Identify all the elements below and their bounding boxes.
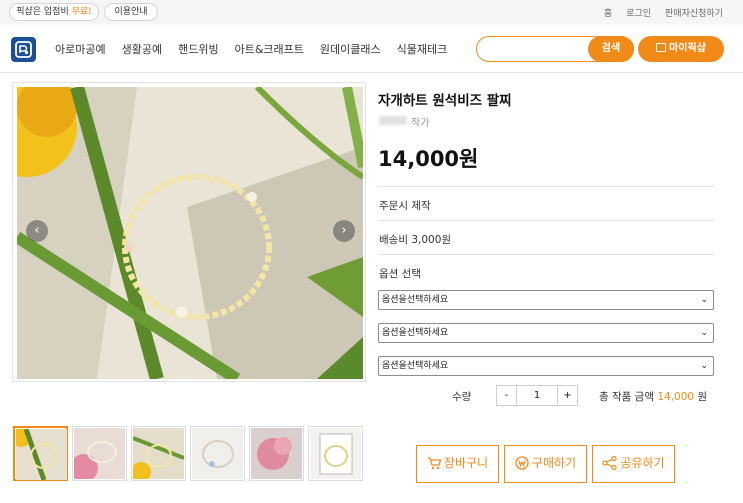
made-to-order: 주문시 제작 — [379, 200, 431, 212]
header: 아로마공예 생활공예 핸드위빙 아트&크래프트 원데이클래스 식물재테크 검색 … — [0, 25, 743, 73]
thumbnail-5[interactable] — [249, 426, 304, 481]
thumbnail-2[interactable] — [72, 426, 127, 481]
option-select-2[interactable]: 옵션을선택하세요 ⌄ — [378, 323, 714, 343]
search-box: 검색 — [476, 35, 634, 62]
free-entry-badge[interactable]: 픽샵은 입점비 무료! — [9, 3, 99, 21]
thumbnail-6[interactable] — [308, 426, 363, 481]
main-product-image — [12, 82, 366, 382]
free-entry-text: 픽샵은 입점비 — [16, 7, 72, 17]
chevron-down-icon: ⌄ — [700, 295, 708, 305]
chevron-down-icon: ⌄ — [700, 328, 708, 338]
cart-label: 장바구니 — [443, 456, 489, 470]
option-select-value: 옵션을선택하세요 — [382, 361, 449, 371]
artist-name-blurred — [379, 116, 407, 125]
search-input[interactable] — [487, 38, 587, 61]
nav-item-hand-weaving[interactable]: 핸드위빙 — [178, 41, 218, 57]
nav-item-oneday-class[interactable]: 원데이클래스 — [320, 41, 381, 57]
nav-item-aroma-craft[interactable]: 아로마공예 — [55, 41, 106, 57]
quantity-label: 수량 — [452, 391, 472, 403]
share-label: 공유하기 — [620, 456, 665, 470]
quantity-input[interactable]: 1 — [516, 385, 558, 406]
option-select-value: 옵션을선택하세요 — [382, 295, 449, 305]
thumbnail-1[interactable] — [13, 426, 68, 481]
divider — [378, 254, 714, 255]
search-button[interactable]: 검색 — [588, 35, 634, 62]
shipping-fee: 배송비 3,000원 — [379, 234, 452, 246]
option-select-3[interactable]: 옵션을선택하세요 ⌄ — [378, 356, 714, 376]
option-select-1[interactable]: 옵션을선택하세요 ⌄ — [378, 290, 714, 310]
divider — [378, 220, 714, 221]
total-unit: 원 — [697, 391, 708, 403]
pickshop-logo-icon[interactable] — [11, 37, 36, 62]
cart-button[interactable]: 장바구니 — [416, 445, 499, 483]
chevron-right-icon[interactable]: › — [333, 220, 355, 242]
share-button[interactable]: 공유하기 — [592, 445, 675, 483]
cart-icon — [427, 457, 442, 470]
option-label: 옵션 선택 — [379, 268, 421, 280]
thumbnail-3[interactable] — [131, 426, 186, 481]
product-price: 14,000원 — [378, 147, 479, 171]
category-nav: 아로마공예 생활공예 핸드위빙 아트&크래프트 원데이클래스 식물재테크 — [55, 41, 463, 57]
top-links: 홈 로그인 판매자신청하기 — [604, 6, 723, 19]
total-amount: 총 작품 금액 14,000 원 — [599, 389, 707, 404]
won-coin-icon — [515, 456, 529, 470]
divider — [378, 186, 714, 187]
free-entry-highlight: 무료! — [71, 7, 92, 17]
share-icon — [602, 455, 618, 471]
nav-item-living-craft[interactable]: 생활공예 — [122, 41, 162, 57]
login-link[interactable]: 로그인 — [626, 6, 651, 19]
nav-item-plant-tech[interactable]: 식물재테크 — [397, 41, 448, 57]
chevron-down-icon: ⌄ — [700, 361, 708, 371]
buy-label: 구매하기 — [531, 456, 577, 470]
option-select-value: 옵션을선택하세요 — [382, 328, 449, 338]
quantity-minus-button[interactable]: - — [496, 385, 517, 406]
seller-apply-link[interactable]: 판매자신청하기 — [665, 6, 723, 19]
profile-card-icon — [656, 43, 667, 52]
total-amount-value: 14,000 — [657, 391, 695, 403]
artist-suffix: 작가 — [411, 118, 430, 129]
guide-button[interactable]: 이용안내 — [104, 3, 158, 21]
thumbnail-4[interactable] — [190, 426, 245, 481]
top-bar: 픽샵은 입점비 무료! 이용안내 홈 로그인 판매자신청하기 — [0, 0, 743, 25]
total-prefix: 총 작품 금액 — [599, 391, 654, 403]
nav-item-art-craft[interactable]: 아트&크래프트 — [235, 41, 304, 57]
buy-button[interactable]: 구매하기 — [504, 445, 587, 483]
home-link[interactable]: 홈 — [604, 6, 612, 19]
quantity-plus-button[interactable]: + — [557, 385, 578, 406]
product-title: 자개하트 원석비즈 팔찌 — [378, 93, 512, 109]
mypage-label: 마이픽샵 — [669, 43, 706, 54]
mypage-button[interactable]: 마이픽샵 — [638, 36, 724, 62]
chevron-left-icon[interactable]: ‹ — [26, 220, 48, 242]
